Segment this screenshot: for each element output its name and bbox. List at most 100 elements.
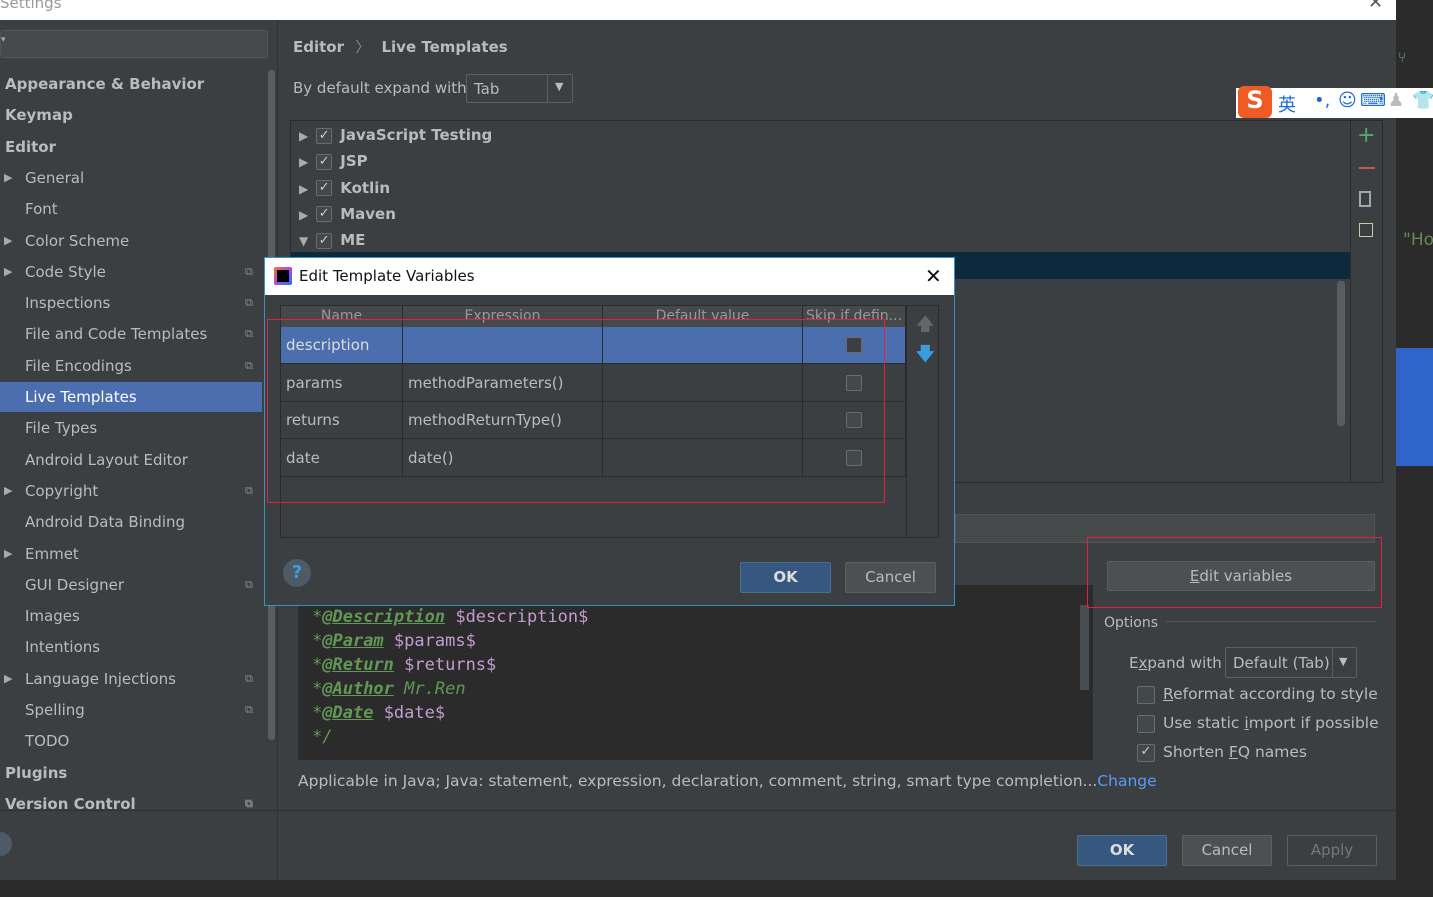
cancel-button[interactable]: Cancel	[1182, 835, 1272, 866]
sidebar-item[interactable]: ▶ Code Style ⧉	[0, 257, 262, 287]
sidebar-item[interactable]: GUI Designer ⧉	[0, 570, 262, 600]
option-checkbox[interactable]: Use static import if possible	[1137, 714, 1379, 733]
ok-button[interactable]: OK	[1077, 835, 1167, 866]
dialog-help-button[interactable]: ?	[283, 559, 311, 587]
sidebar-item[interactable]: Editor	[0, 132, 262, 162]
close-window-icon[interactable]: ✕	[1368, 0, 1383, 13]
sidebar-item[interactable]: Spelling ⧉	[0, 695, 262, 725]
remove-icon[interactable]	[1359, 167, 1375, 169]
expand-arrow-icon[interactable]: ▶	[4, 226, 12, 256]
option-checkbox[interactable]: Reformat according to style	[1137, 685, 1378, 704]
sidebar-item[interactable]: ▶ Emmet	[0, 539, 262, 569]
expand-with-select[interactable]: Default (Tab) ▼	[1225, 647, 1357, 678]
skip-checkbox[interactable]	[846, 337, 862, 353]
sidebar-item[interactable]: Plugins	[0, 758, 262, 788]
expand-arrow-icon[interactable]: ▶	[4, 476, 12, 506]
restore-icon[interactable]	[1359, 223, 1373, 237]
cell-expression[interactable]: date()	[403, 439, 603, 477]
checkbox[interactable]: ✓	[1137, 743, 1155, 762]
option-checkbox[interactable]: ✓ Shorten FQ names	[1137, 743, 1307, 762]
user-icon[interactable]: ♟	[1388, 90, 1404, 111]
collapse-arrow-icon[interactable]: ▼	[299, 234, 308, 248]
sidebar-item[interactable]: File Types	[0, 413, 262, 443]
cell-name[interactable]: returns	[281, 402, 403, 439]
copy-icon[interactable]	[1359, 191, 1371, 207]
table-row[interactable]: params methodParameters()	[281, 364, 906, 402]
table-row[interactable]: date date()	[281, 439, 906, 477]
editor-scrollbar[interactable]	[1080, 605, 1089, 690]
dialog-ok-button[interactable]: OK	[740, 562, 831, 593]
expand-arrow-icon[interactable]: ▶	[299, 129, 308, 143]
sidebar-item[interactable]: Images	[0, 601, 262, 631]
sidebar-item[interactable]: Intentions	[0, 632, 262, 662]
sidebar-item[interactable]: Android Data Binding	[0, 507, 262, 537]
settings-search-input[interactable]: ▾	[0, 30, 268, 58]
cell-expression[interactable]: methodParameters()	[403, 364, 603, 402]
ime-punct[interactable]: •,	[1314, 90, 1330, 111]
sidebar-item[interactable]: Font	[0, 194, 262, 224]
template-group[interactable]: ▶ ✓ JSP	[299, 148, 368, 174]
group-checkbox[interactable]: ✓	[316, 127, 333, 144]
move-down-icon[interactable]: 🡇	[916, 342, 935, 372]
group-checkbox[interactable]: ✓	[316, 180, 333, 197]
table-row[interactable]: description	[281, 327, 906, 364]
sidebar-item[interactable]: Live Templates	[0, 382, 262, 412]
change-context-link[interactable]: Change	[1097, 772, 1156, 790]
sidebar-item[interactable]: Inspections ⧉	[0, 288, 262, 318]
group-checkbox[interactable]: ✓	[316, 232, 333, 249]
template-group[interactable]: ▼ ✓ ME	[299, 227, 365, 253]
sidebar-item[interactable]: ▶ Color Scheme	[0, 226, 262, 256]
sidebar-item[interactable]: TODO	[0, 726, 262, 756]
checkbox[interactable]	[1137, 685, 1155, 704]
close-icon[interactable]: ✕	[925, 264, 942, 288]
group-checkbox[interactable]: ✓	[316, 206, 333, 223]
skip-checkbox[interactable]	[846, 374, 862, 391]
keyboard-icon[interactable]: ⌨	[1360, 90, 1386, 111]
skip-checkbox[interactable]	[846, 412, 862, 428]
ime-mode[interactable]: 英	[1278, 91, 1296, 117]
move-up-icon[interactable]: 🡅	[916, 312, 935, 342]
expand-arrow-icon[interactable]: ▶	[4, 163, 12, 193]
cell-name[interactable]: params	[281, 364, 403, 402]
column-header[interactable]: Default value	[603, 306, 803, 327]
sidebar-item[interactable]: Appearance & Behavior	[0, 69, 262, 99]
template-group[interactable]: ▶ ✓ Kotlin	[299, 175, 390, 201]
table-row[interactable]: returns methodReturnType()	[281, 402, 906, 439]
cell-default[interactable]	[603, 439, 803, 477]
column-header[interactable]: Skip if defin...	[803, 306, 906, 327]
expand-arrow-icon[interactable]: ▶	[4, 257, 12, 287]
edit-variables-button[interactable]: Edit variables	[1107, 561, 1375, 591]
sidebar-item[interactable]: ▶ Copyright ⧉	[0, 476, 262, 506]
sidebar-item[interactable]: ▶ General	[0, 163, 262, 193]
apply-button[interactable]: Apply	[1287, 835, 1377, 866]
expand-arrow-icon[interactable]: ▶	[299, 182, 308, 196]
cell-default[interactable]	[603, 327, 803, 364]
breadcrumb-parent[interactable]: Editor	[293, 38, 344, 56]
column-header[interactable]: Name	[281, 306, 403, 327]
cell-name[interactable]: date	[281, 439, 403, 477]
tree-scrollbar[interactable]	[1337, 281, 1345, 426]
skin-icon[interactable]: 👕	[1412, 90, 1433, 111]
expand-default-select[interactable]: Tab ▼	[466, 74, 573, 103]
sidebar-item[interactable]: File Encodings ⧉	[0, 351, 262, 381]
column-header[interactable]: Expression	[403, 306, 603, 327]
expand-arrow-icon[interactable]: ▶	[299, 155, 308, 169]
emoji-icon[interactable]: ☺	[1338, 90, 1357, 111]
sidebar-item[interactable]: Version Control ⧉	[0, 789, 262, 819]
group-checkbox[interactable]: ✓	[316, 153, 333, 170]
expand-arrow-icon[interactable]: ▶	[4, 664, 12, 694]
sidebar-item[interactable]: Keymap	[0, 100, 262, 130]
cell-expression[interactable]	[403, 327, 603, 364]
cell-default[interactable]	[603, 364, 803, 402]
checkbox[interactable]	[1137, 714, 1155, 733]
add-icon[interactable]: +	[1357, 123, 1375, 148]
sidebar-item[interactable]: File and Code Templates ⧉	[0, 319, 262, 349]
expand-arrow-icon[interactable]: ▶	[4, 539, 12, 569]
dialog-cancel-button[interactable]: Cancel	[845, 562, 936, 593]
template-group[interactable]: ▶ ✓ Maven	[299, 201, 396, 227]
skip-checkbox[interactable]	[846, 449, 862, 466]
sidebar-item[interactable]: ▶ Language Injections ⧉	[0, 664, 262, 694]
cell-default[interactable]	[603, 402, 803, 439]
template-group[interactable]: ▶ ✓ JavaScript Testing	[299, 122, 492, 148]
cell-expression[interactable]: methodReturnType()	[403, 402, 603, 439]
